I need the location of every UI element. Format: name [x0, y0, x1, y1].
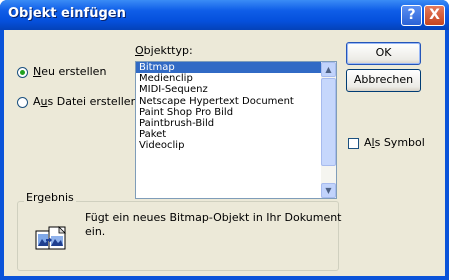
- as-symbol-label[interactable]: Als Symbol: [364, 136, 425, 149]
- result-group-title: Ergebnis: [24, 191, 76, 204]
- list-item[interactable]: Paint Shop Pro Bild: [136, 107, 336, 118]
- insert-object-dialog: Objekt einfügen ? X Neu erstellen Aus Da…: [0, 0, 449, 280]
- close-button[interactable]: X: [424, 5, 445, 26]
- window-title: Objekt einfügen: [8, 6, 126, 21]
- help-icon: ?: [407, 7, 416, 23]
- radio-from-file[interactable]: [17, 97, 28, 108]
- list-item[interactable]: Paket: [136, 129, 336, 140]
- scroll-down-icon[interactable]: ▼: [321, 183, 336, 198]
- objecttype-label: Objekttyp:: [135, 44, 193, 57]
- help-button[interactable]: ?: [401, 5, 422, 26]
- list-item[interactable]: Bitmap: [136, 62, 336, 74]
- bitmap-object-icon: [35, 226, 66, 250]
- list-item[interactable]: Netscape Hypertext Document: [136, 96, 336, 107]
- list-item[interactable]: MIDI-Sequenz: [136, 84, 336, 95]
- list-item[interactable]: Paintbrush-Bild: [136, 118, 336, 129]
- scroll-thumb[interactable]: [321, 78, 336, 166]
- objecttype-listbox[interactable]: Bitmap Medienclip MIDI-Sequenz Netscape …: [135, 61, 337, 199]
- listbox-scrollbar[interactable]: ▲ ▼: [321, 62, 336, 198]
- as-symbol-checkbox[interactable]: [348, 138, 359, 149]
- dialog-body: Neu erstellen Aus Datei erstellen Objekt…: [4, 30, 445, 276]
- list-item[interactable]: Medienclip: [136, 73, 336, 84]
- result-text-line1: Fügt ein neues Bitmap-Objekt in Ihr Doku…: [85, 211, 342, 224]
- radio-new-label[interactable]: Neu erstellen: [33, 65, 106, 78]
- list-item[interactable]: Videoclip: [136, 140, 336, 151]
- radio-from-file-label[interactable]: Aus Datei erstellen: [33, 95, 138, 108]
- cancel-button[interactable]: Abbrechen: [346, 69, 421, 92]
- title-bar[interactable]: Objekt einfügen ? X: [0, 0, 449, 30]
- close-icon: X: [429, 7, 440, 23]
- scroll-up-icon[interactable]: ▲: [321, 62, 336, 77]
- ok-button[interactable]: OK: [346, 42, 421, 65]
- result-text-line2: ein.: [85, 225, 106, 238]
- radio-new[interactable]: [17, 67, 28, 78]
